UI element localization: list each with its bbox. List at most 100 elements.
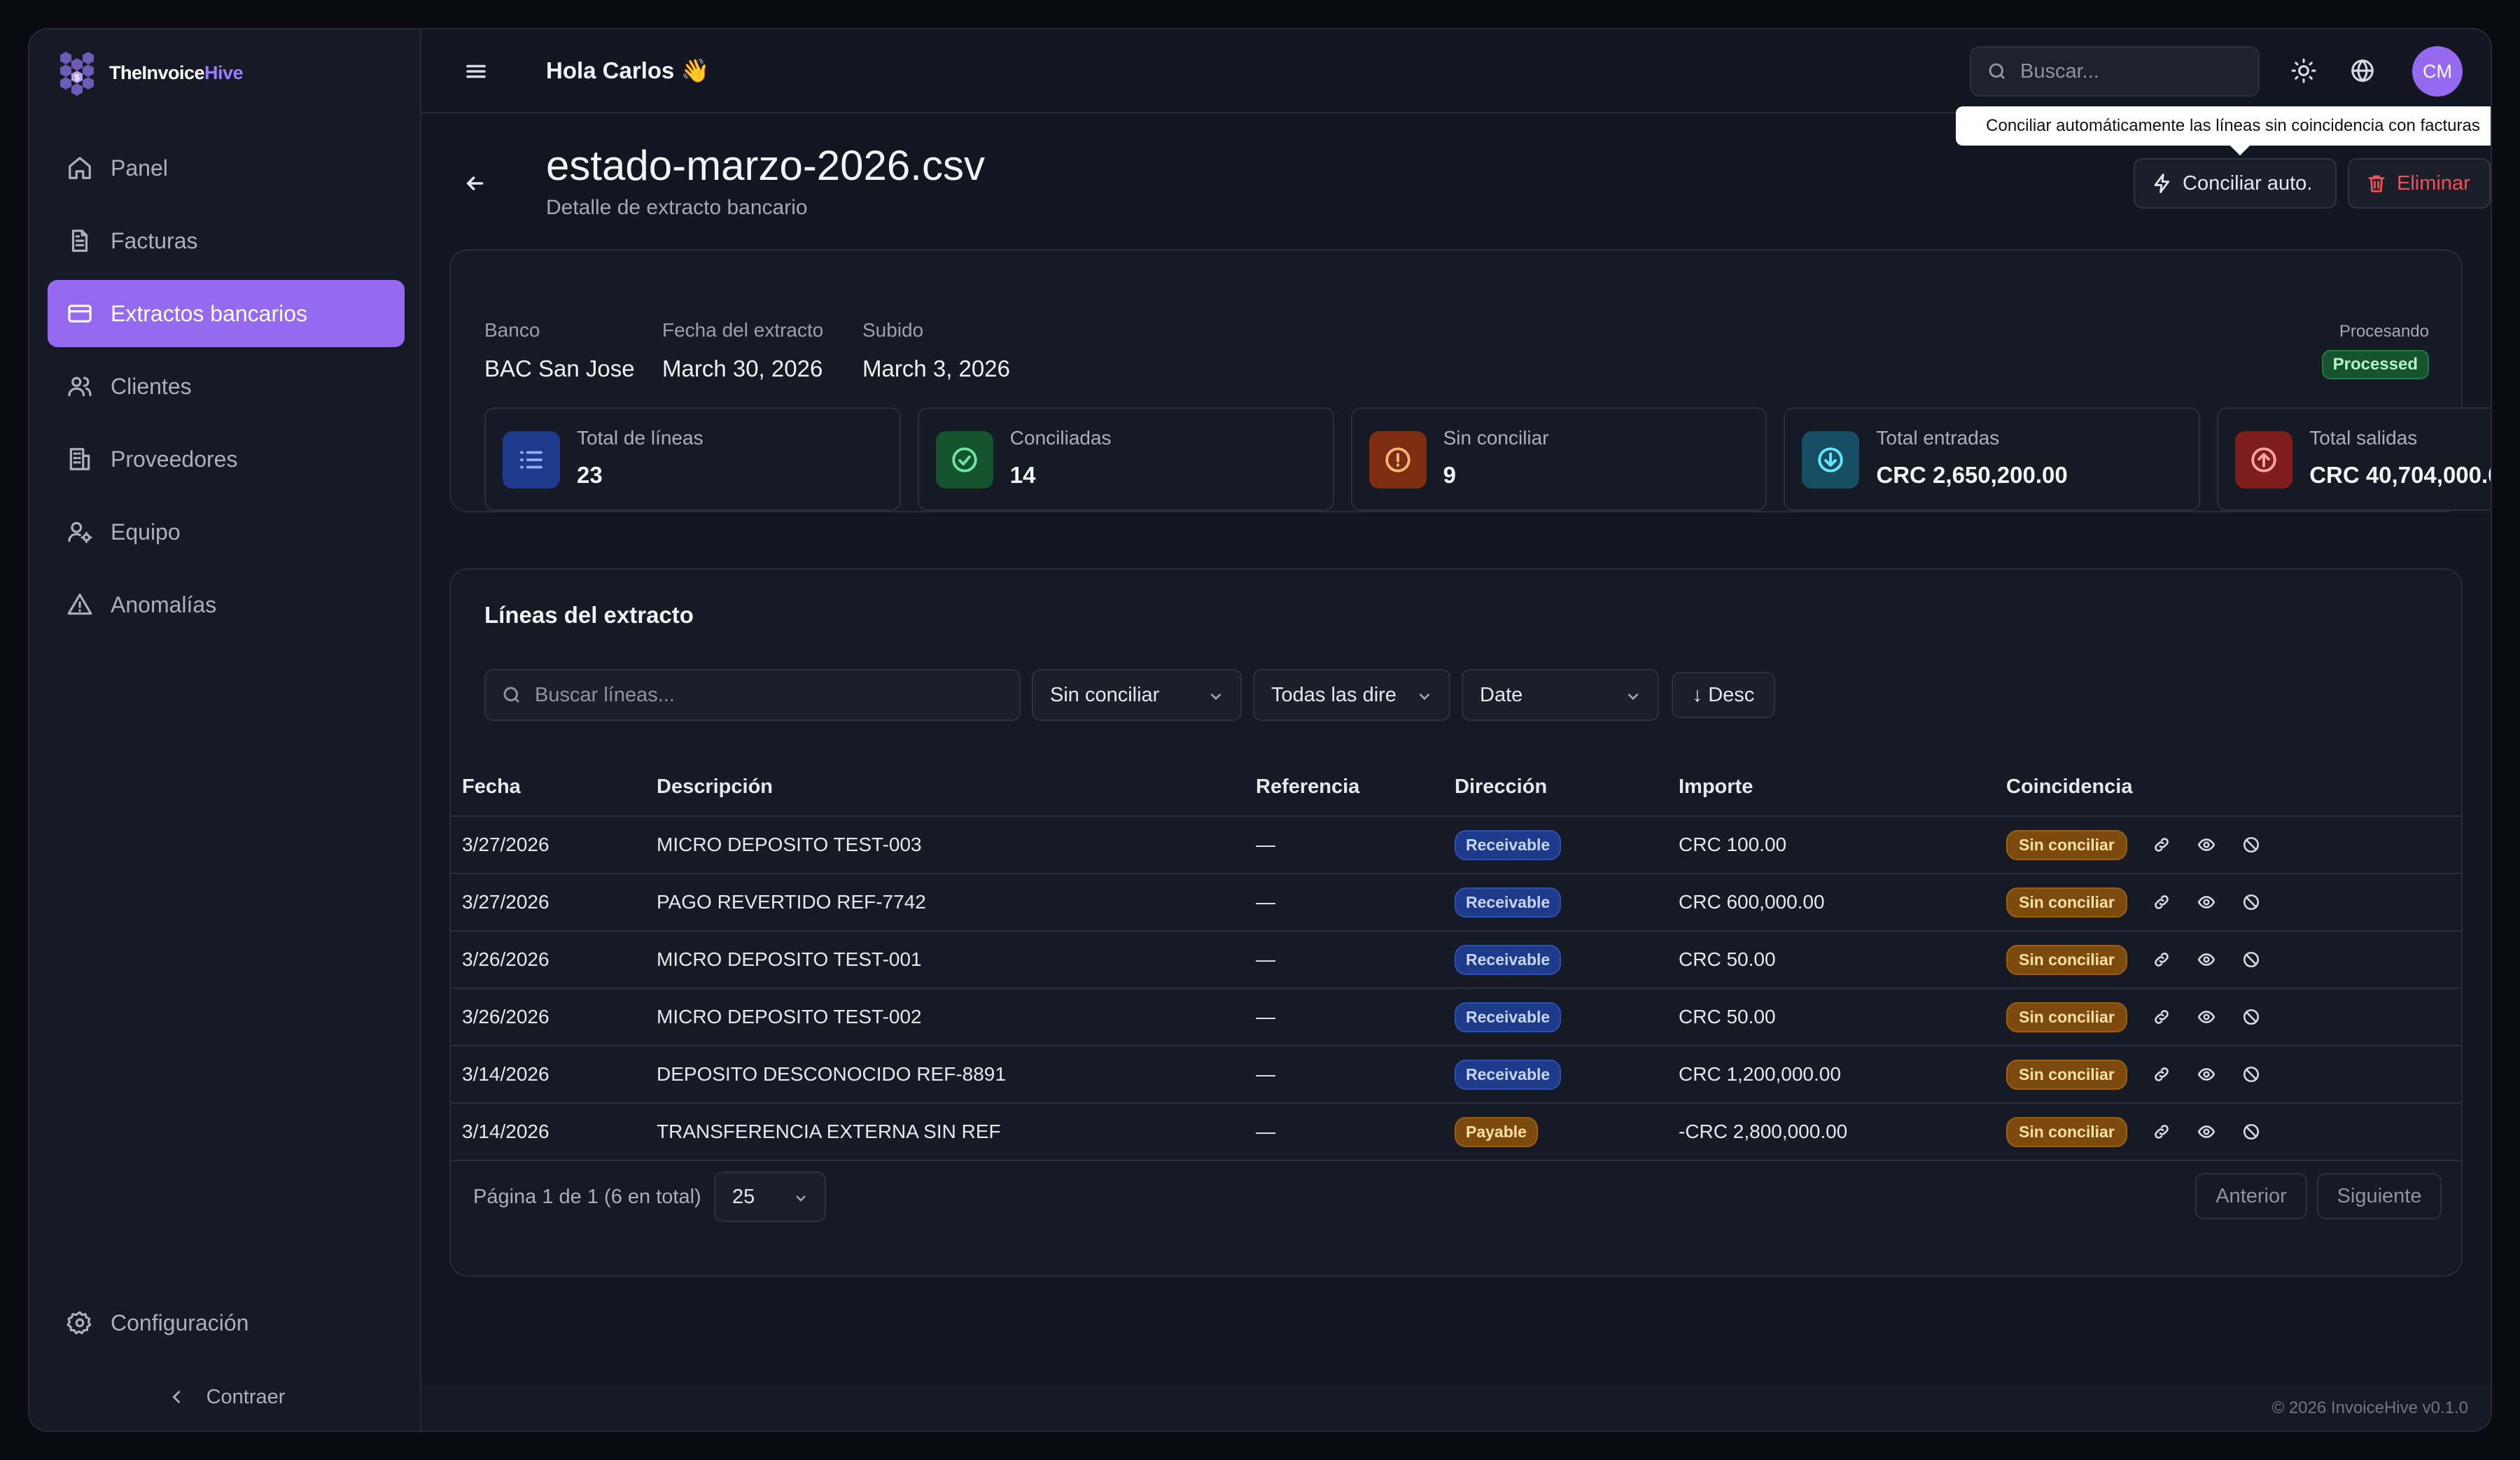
sort-field-select[interactable]: Date	[1462, 669, 1659, 721]
table-row[interactable]: 3/27/2026 MICRO DEPOSITO TEST-003 — Rece…	[451, 816, 2461, 874]
column-header-fecha[interactable]: Fecha	[451, 759, 657, 817]
sort-order-button[interactable]: ↓ Desc	[1672, 672, 1775, 718]
cell-date: 3/27/2026	[451, 873, 657, 932]
cell-amount: CRC 100.00	[1679, 816, 2006, 874]
brand-name: TheInvoiceHive	[109, 62, 244, 83]
cell-description: MICRO DEPOSITO TEST-001	[657, 931, 1256, 989]
chevron-down-icon	[1210, 693, 1222, 701]
ban-icon[interactable]	[2239, 1005, 2263, 1029]
match-status-badge: Sin conciliar	[2006, 1116, 2127, 1147]
stat-value: CRC 2,650,200.00	[1876, 462, 2068, 488]
sidebar-item-label: Panel	[111, 155, 168, 181]
column-header-importe[interactable]: Importe	[1679, 759, 2006, 817]
direction-filter-select[interactable]: Todas las dire	[1253, 669, 1450, 721]
stat-label: Sin conciliar	[1443, 427, 1549, 449]
column-header-direccion[interactable]: Dirección	[1455, 759, 1679, 817]
link-icon[interactable]	[2150, 890, 2174, 914]
link-icon[interactable]	[2150, 1062, 2174, 1086]
table-row[interactable]: 3/26/2026 MICRO DEPOSITO TEST-001 — Rece…	[451, 931, 2461, 989]
auto-reconcile-tooltip: Conciliar automáticamente las líneas sin…	[1956, 106, 2491, 146]
match-status-badge: Sin conciliar	[2006, 829, 2127, 860]
ban-icon[interactable]	[2239, 833, 2263, 857]
check-circle-icon	[935, 431, 993, 489]
eye-icon[interactable]	[2194, 1005, 2218, 1029]
statement-date-label: Fecha del extracto	[662, 319, 824, 341]
eye-icon[interactable]	[2194, 833, 2218, 857]
cell-direction: Receivable	[1455, 931, 1679, 989]
stat-label: Total salidas	[2309, 427, 2418, 449]
trash-icon	[2368, 175, 2385, 192]
ban-icon[interactable]	[2239, 948, 2263, 971]
cell-reference: —	[1256, 1103, 1455, 1161]
sidebar: $ TheInvoiceHive Panel Facturas Extracto…	[29, 29, 421, 1431]
direction-badge: Receivable	[1455, 1002, 1562, 1032]
sidebar-item-label: Clientes	[111, 373, 192, 399]
ban-icon[interactable]	[2239, 890, 2263, 914]
column-header-descripcion[interactable]: Descripción	[657, 759, 1256, 817]
cell-reference: —	[1256, 1046, 1455, 1104]
eye-icon[interactable]	[2194, 1062, 2218, 1086]
stat-total-inflows: Total entradas CRC 2,650,200.00	[1784, 407, 2201, 511]
language-button[interactable]	[2349, 57, 2377, 85]
chevron-left-icon	[172, 1390, 181, 1404]
table-row[interactable]: 3/27/2026 PAGO REVERTIDO REF-7742 — Rece…	[451, 873, 2461, 932]
bank-value: BAC San Jose	[484, 356, 635, 381]
stat-total-lines: Total de líneas 23	[484, 407, 901, 511]
next-page-button[interactable]: Siguiente	[2317, 1173, 2442, 1219]
lines-search-input[interactable]: Buscar líneas...	[484, 669, 1021, 721]
theme-toggle-button[interactable]	[2290, 57, 2318, 85]
status-filter-select[interactable]: Sin conciliar	[1032, 669, 1242, 721]
link-icon[interactable]	[2150, 948, 2174, 971]
list-icon	[503, 431, 560, 489]
sidebar-item-equipo[interactable]: Equipo	[48, 498, 405, 566]
link-icon[interactable]	[2150, 833, 2174, 857]
back-button[interactable]	[463, 172, 489, 197]
uploaded-value: March 3, 2026	[862, 356, 1010, 381]
ban-icon[interactable]	[2239, 1120, 2263, 1144]
app-window: $ TheInvoiceHive Panel Facturas Extracto…	[28, 28, 2492, 1432]
column-header-coincidencia[interactable]: Coincidencia	[2006, 759, 2461, 817]
global-search-input[interactable]: Buscar...	[1970, 46, 2260, 97]
link-icon[interactable]	[2150, 1120, 2174, 1144]
cell-amount: CRC 50.00	[1679, 931, 2006, 989]
link-icon[interactable]	[2150, 1005, 2174, 1029]
sidebar-item-facturas[interactable]: Facturas	[48, 207, 405, 274]
sidebar-item-proveedores[interactable]: Proveedores	[48, 426, 405, 493]
collapse-label: Contraer	[206, 1385, 286, 1408]
page-title: estado-marzo-2026.csv	[546, 142, 985, 189]
menu-toggle-button[interactable]	[463, 59, 489, 84]
row-actions	[2150, 833, 2263, 857]
table-row[interactable]: 3/14/2026 DEPOSITO DESCONOCIDO REF-8891 …	[451, 1046, 2461, 1104]
delete-button[interactable]: Eliminar	[2348, 158, 2491, 209]
cell-date: 3/26/2026	[451, 988, 657, 1046]
eye-icon[interactable]	[2194, 1120, 2218, 1144]
column-header-referencia[interactable]: Referencia	[1256, 759, 1455, 817]
collapse-sidebar-button[interactable]: Contraer	[48, 1363, 405, 1431]
row-actions	[2150, 1062, 2263, 1086]
statement-date-field: Fecha del extracto March 30, 2026	[662, 319, 823, 382]
status-label: Procesando	[2339, 322, 2429, 341]
auto-reconcile-button[interactable]: Conciliar auto.	[2134, 158, 2337, 209]
uploaded-label: Subido	[862, 319, 924, 341]
row-actions	[2150, 890, 2263, 914]
cell-reference: —	[1256, 988, 1455, 1046]
sidebar-item-configuracion[interactable]: Configuración	[48, 1289, 405, 1356]
sidebar-item-clientes[interactable]: Clientes	[48, 353, 405, 420]
sidebar-item-extractos-bancarios[interactable]: Extractos bancarios	[48, 280, 405, 347]
ban-icon[interactable]	[2239, 1062, 2263, 1086]
eye-icon[interactable]	[2194, 890, 2218, 914]
page-size-select[interactable]: 25	[714, 1172, 826, 1222]
eye-icon[interactable]	[2194, 948, 2218, 971]
logo[interactable]: $ TheInvoiceHive	[50, 45, 244, 101]
footer: © 2026 InvoiceHive v0.1.0	[421, 1386, 2491, 1431]
table-row[interactable]: 3/26/2026 MICRO DEPOSITO TEST-002 — Rece…	[451, 988, 2461, 1046]
previous-page-button[interactable]: Anterior	[2195, 1173, 2307, 1219]
stat-reconciled: Conciliadas 14	[917, 407, 1334, 511]
avatar[interactable]: CM	[2412, 46, 2463, 97]
stat-unreconciled: Sin conciliar 9	[1350, 407, 1768, 511]
arrow-down-circle-icon	[1802, 431, 1860, 489]
sidebar-item-anomalias[interactable]: Anomalías	[48, 571, 405, 638]
alert-triangle-icon	[66, 591, 94, 619]
sidebar-item-panel[interactable]: Panel	[48, 134, 405, 202]
table-row[interactable]: 3/14/2026 TRANSFERENCIA EXTERNA SIN REF …	[451, 1103, 2461, 1161]
